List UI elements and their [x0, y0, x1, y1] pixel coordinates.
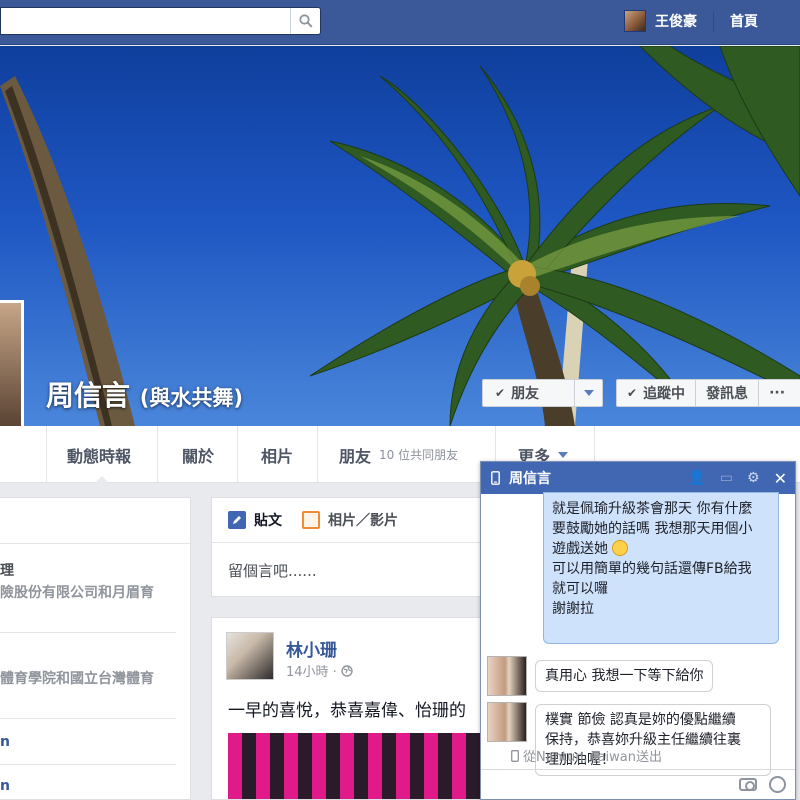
message-line: 就是佩瑜升級茶會那天 你有什麼 [552, 501, 753, 517]
intro-card: 理 險股份有限公司和月眉育 體育學院和國立台灣體育 n n [0, 497, 191, 800]
friend-button-label: 朋友 [511, 386, 540, 402]
message-line: 可以用簡單的幾句話還傳FB給我 [552, 561, 752, 577]
profile-picture[interactable] [0, 300, 24, 426]
tab-timeline-label: 動態時報 [67, 446, 132, 466]
mobile-phone-icon [491, 471, 500, 485]
mutual-friends-count: 10 位共同朋友 [379, 448, 459, 462]
add-friend-icon[interactable]: 👤 [688, 470, 705, 486]
divider [0, 632, 176, 633]
chat-header[interactable]: 周信言 👤 ▭ ⚙ ✕ [481, 462, 795, 494]
author-avatar[interactable] [226, 632, 274, 680]
emoji-icon[interactable] [769, 776, 786, 793]
message-line: 要鼓勵她的話嗎 我想那天用個小 [552, 521, 753, 537]
message-line-with-emoji: 遊戲送她 [552, 539, 770, 559]
chat-contact-name[interactable]: 周信言 [509, 468, 551, 488]
top-navigation-bar: 王俊豪 首頁 [0, 0, 800, 45]
post-text: 一早的喜悅，恭喜嘉偉、怡珊的 [228, 701, 466, 721]
tab-about-label: 關於 [182, 446, 215, 466]
photo-video-tab[interactable]: 相片／影片 [302, 510, 398, 530]
friend-button[interactable]: ✔ 朋友 [482, 379, 603, 407]
message-line: 謝謝拉 [552, 601, 594, 617]
profile-alternate-name: (與水共舞) [139, 386, 243, 410]
message-button[interactable]: 發訊息 [696, 380, 760, 406]
message-label: 發訊息 [706, 386, 749, 402]
cover-photo[interactable]: 周信言 (與水共舞) ✔ 朋友 ✔ 追蹤中 發訊息 ··· [0, 46, 800, 426]
education-detail[interactable]: 體育學院和國立台灣體育 [0, 668, 154, 688]
chat-message-input[interactable] [481, 769, 795, 799]
chat-window: 周信言 👤 ▭ ⚙ ✕ 就是佩瑜升級茶會那天 你有什麼 要鼓勵她的話嗎 我想那天… [480, 461, 796, 800]
message-line: 遊戲送她 [552, 541, 608, 557]
video-call-icon[interactable]: ▭ [720, 470, 733, 486]
received-message: 真用心 我想一下等下給你 [535, 660, 714, 692]
sent-from-location: 從Nantun, Taiwan送出 [511, 746, 662, 765]
photo-icon [302, 511, 320, 529]
hometown-link[interactable]: n [0, 778, 10, 794]
location-link[interactable]: n [0, 734, 10, 750]
tab-timeline[interactable]: 動態時報 [46, 426, 157, 484]
photo-video-tab-label: 相片／影片 [328, 513, 398, 529]
work-detail[interactable]: 險股份有限公司和月眉育 [0, 582, 154, 602]
gear-icon[interactable]: ⚙ [747, 470, 760, 486]
tab-friends[interactable]: 朋友 10 位共同朋友 [317, 426, 495, 483]
composer-input[interactable]: 留個言吧...... [228, 560, 317, 581]
work-title: 理 [0, 563, 14, 579]
tab-photos[interactable]: 相片 [237, 426, 317, 483]
more-options-button[interactable]: ··· [759, 380, 795, 406]
following-button[interactable]: ✔ 追蹤中 [617, 380, 697, 406]
status-tab-label: 貼文 [254, 513, 282, 529]
timeline-post: 林小珊 14小時 · 一早的喜悅，恭喜嘉偉、怡珊的 [211, 617, 491, 800]
more-options-icon: ··· [769, 385, 786, 401]
check-icon: ✔ [495, 386, 506, 400]
mobile-phone-icon [511, 749, 519, 762]
follow-message-group: ✔ 追蹤中 發訊息 ··· [616, 379, 800, 407]
camera-icon[interactable] [739, 778, 757, 791]
close-icon[interactable]: ✕ [774, 469, 787, 488]
message-text: 真用心 我想一下等下給你 [545, 668, 704, 684]
search-button[interactable] [290, 8, 320, 34]
composer-tabs: 貼文 相片／影片 [212, 498, 490, 543]
profile-link[interactable]: 王俊豪 [624, 8, 697, 34]
user-avatar [624, 10, 646, 32]
post-composer: 貼文 相片／影片 留個言吧...... [211, 497, 491, 597]
sent-message: 就是佩瑜升級茶會那天 你有什麼 要鼓勵她的話嗎 我想那天用個小 遊戲送她 可以用… [543, 492, 779, 644]
tab-photos-label: 相片 [261, 446, 294, 466]
chat-messages[interactable]: 就是佩瑜升級茶會那天 你有什麼 要鼓勵她的話嗎 我想那天用個小 遊戲送她 可以用… [481, 492, 795, 776]
profile-name-text: 周信言 [46, 379, 131, 412]
home-link[interactable]: 首頁 [730, 11, 758, 31]
divider [0, 718, 176, 719]
post-photo[interactable] [228, 733, 490, 799]
palm-tree-image [0, 46, 800, 426]
check-icon: ✔ [627, 386, 638, 400]
status-tab[interactable]: 貼文 [228, 510, 282, 530]
post-timestamp[interactable]: 14小時 · [286, 661, 353, 680]
chevron-down-icon [558, 451, 569, 458]
emoji-tongue-icon [612, 540, 628, 556]
message-line: 就可以囉 [552, 581, 608, 597]
message-line: 樸實 節儉 認真是妳的優點繼續 [545, 712, 736, 728]
user-name: 王俊豪 [655, 14, 697, 30]
contact-avatar[interactable] [487, 702, 527, 742]
post-time-text: 14小時 · [286, 665, 341, 680]
post-author[interactable]: 林小珊 [286, 636, 337, 661]
divider [713, 12, 714, 32]
received-message: 樸實 節儉 認真是妳的優點繼續 保持，恭喜妳升級主任繼續往裏 理加油喔！ [535, 704, 771, 776]
divider [0, 764, 176, 765]
tab-about[interactable]: 關於 [157, 426, 237, 483]
friend-dropdown[interactable] [574, 380, 602, 406]
globe-icon [341, 665, 353, 677]
following-label: 追蹤中 [643, 386, 686, 402]
sent-from-text: 從Nantun, Taiwan送出 [523, 750, 662, 765]
divider [0, 543, 191, 544]
profile-name: 周信言 (與水共舞) [46, 374, 243, 414]
chevron-down-icon [583, 390, 594, 396]
search-icon [298, 14, 313, 28]
search-input[interactable] [0, 7, 321, 35]
tab-friends-label: 朋友 [339, 446, 372, 466]
pencil-icon [228, 511, 246, 529]
contact-avatar[interactable] [487, 656, 527, 696]
